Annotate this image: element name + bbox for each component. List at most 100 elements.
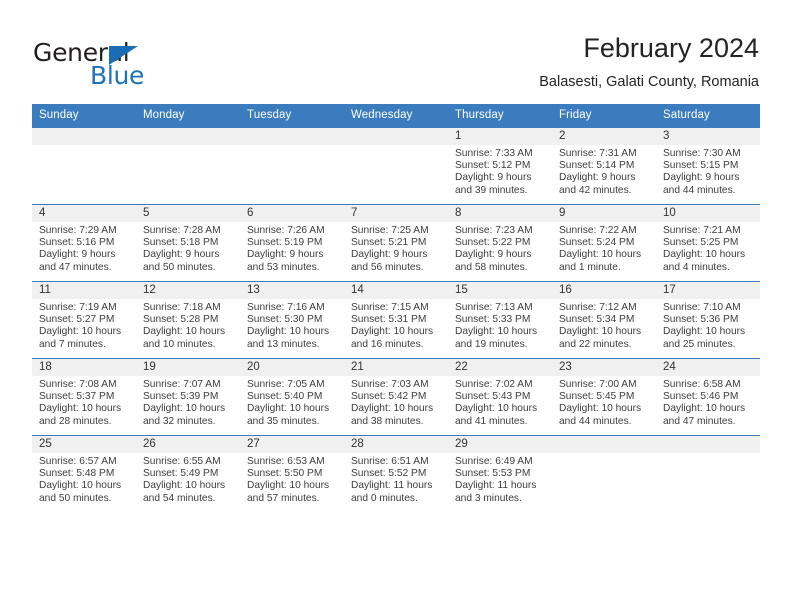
calendar-day-cell[interactable]: 13 Sunrise: 7:16 AM Sunset: 5:30 PM Dayligh… — [240, 281, 344, 359]
day-cell-inner: 8 Sunrise: 7:23 AM Sunset: 5:22 PM Daylight… — [448, 205, 552, 281]
day-details: Sunrise: 7:25 AM Sunset: 5:21 PM Daylight:… — [344, 222, 448, 274]
general-blue-logo[interactable]: General Blue — [33, 38, 293, 94]
calendar-day-cell[interactable]: 3 Sunrise: 7:30 AM Sunset: 5:15 PM Daylight… — [656, 127, 760, 205]
daylight-duration-line2: and 38 minutes. — [351, 415, 424, 427]
daylight-duration-line2: and 35 minutes. — [247, 415, 320, 427]
calendar-week-row: 25 Sunrise: 6:57 AM Sunset: 5:48 PM Dayligh… — [32, 435, 760, 512]
calendar-day-cell[interactable]: 11 Sunrise: 7:19 AM Sunset: 5:27 PM Dayligh… — [32, 281, 136, 359]
day-number: 14 — [344, 282, 448, 299]
daylight-duration-line1: Daylight: 10 hours — [143, 403, 226, 415]
calendar-day-cell[interactable]: 14 Sunrise: 7:15 AM Sunset: 5:31 PM Dayligh… — [344, 281, 448, 359]
calendar-day-cell[interactable]: 5 Sunrise: 7:28 AM Sunset: 5:18 PM Daylight… — [136, 204, 240, 282]
logo-text-blue: Blue — [90, 61, 145, 90]
sunset-time: Sunset: 5:30 PM — [247, 314, 323, 326]
day-number: 7 — [344, 205, 448, 222]
day-number: 6 — [240, 205, 344, 222]
day-number: 13 — [240, 282, 344, 299]
calendar-day-cell[interactable]: 8 Sunrise: 7:23 AM Sunset: 5:22 PM Daylight… — [448, 204, 552, 282]
calendar-day-cell[interactable]: 2 Sunrise: 7:31 AM Sunset: 5:14 PM Daylight… — [552, 127, 656, 205]
sunrise-time: Sunrise: 7:15 AM — [351, 302, 429, 313]
calendar-day-cell[interactable]: 29 Sunrise: 6:49 AM Sunset: 5:53 PM Dayligh… — [448, 435, 552, 512]
daylight-duration-line2: and 28 minutes. — [39, 415, 112, 427]
sunset-time: Sunset: 5:42 PM — [351, 391, 427, 403]
day-cell-inner: 21 Sunrise: 7:03 AM Sunset: 5:42 PM Dayligh… — [344, 359, 448, 435]
calendar-day-cell[interactable]: 17 Sunrise: 7:10 AM Sunset: 5:36 PM Dayligh… — [656, 281, 760, 359]
calendar-day-cell[interactable]: 9 Sunrise: 7:22 AM Sunset: 5:24 PM Daylight… — [552, 204, 656, 282]
day-cell-inner: 20 Sunrise: 7:05 AM Sunset: 5:40 PM Dayligh… — [240, 359, 344, 435]
calendar-day-cell[interactable]: 25 Sunrise: 6:57 AM Sunset: 5:48 PM Dayligh… — [32, 435, 136, 512]
sunset-time: Sunset: 5:50 PM — [247, 468, 323, 480]
day-cell-inner: 13 Sunrise: 7:16 AM Sunset: 5:30 PM Dayligh… — [240, 282, 344, 358]
sunset-time: Sunset: 5:53 PM — [455, 468, 531, 480]
day-details: Sunrise: 7:05 AM Sunset: 5:40 PM Daylight:… — [240, 376, 344, 428]
sunrise-time: Sunrise: 7:30 AM — [663, 148, 741, 159]
daylight-duration-line1: Daylight: 10 hours — [351, 326, 434, 338]
weekday-header-monday: Monday — [136, 104, 240, 128]
daylight-duration-line2: and 53 minutes. — [247, 261, 320, 273]
daylight-duration-line2: and 4 minutes. — [663, 261, 730, 273]
daylight-duration-line1: Daylight: 10 hours — [455, 403, 538, 415]
sunset-time: Sunset: 5:18 PM — [143, 237, 219, 249]
calendar-day-cell[interactable]: 26 Sunrise: 6:55 AM Sunset: 5:49 PM Dayligh… — [136, 435, 240, 512]
calendar-day-cell[interactable]: 28 Sunrise: 6:51 AM Sunset: 5:52 PM Dayligh… — [344, 435, 448, 512]
calendar-body: 1 Sunrise: 7:33 AM Sunset: 5:12 PM Daylight… — [32, 127, 760, 512]
daylight-duration-line2: and 22 minutes. — [559, 338, 632, 350]
calendar-day-cell[interactable]: 6 Sunrise: 7:26 AM Sunset: 5:19 PM Daylight… — [240, 204, 344, 282]
day-number: 17 — [656, 282, 760, 299]
day-cell-inner — [656, 436, 760, 512]
day-cell-inner: 9 Sunrise: 7:22 AM Sunset: 5:24 PM Daylight… — [552, 205, 656, 281]
weekday-header-thursday: Thursday — [448, 104, 552, 128]
sunrise-time: Sunrise: 7:03 AM — [351, 379, 429, 390]
day-cell-inner: 25 Sunrise: 6:57 AM Sunset: 5:48 PM Dayligh… — [32, 436, 136, 512]
calendar-day-cell[interactable]: 16 Sunrise: 7:12 AM Sunset: 5:34 PM Dayligh… — [552, 281, 656, 359]
sunrise-time: Sunrise: 7:26 AM — [247, 225, 325, 236]
sunset-time: Sunset: 5:45 PM — [559, 391, 635, 403]
calendar-empty-cell — [552, 435, 656, 512]
calendar-day-cell[interactable]: 1 Sunrise: 7:33 AM Sunset: 5:12 PM Daylight… — [448, 127, 552, 205]
calendar-day-cell[interactable]: 12 Sunrise: 7:18 AM Sunset: 5:28 PM Dayligh… — [136, 281, 240, 359]
daylight-duration-line2: and 16 minutes. — [351, 338, 424, 350]
daylight-duration-line1: Daylight: 10 hours — [663, 326, 746, 338]
calendar-day-cell[interactable]: 4 Sunrise: 7:29 AM Sunset: 5:16 PM Daylight… — [32, 204, 136, 282]
calendar-day-cell[interactable]: 7 Sunrise: 7:25 AM Sunset: 5:21 PM Daylight… — [344, 204, 448, 282]
weekday-header-sunday: Sunday — [32, 104, 136, 128]
day-number: 16 — [552, 282, 656, 299]
calendar-day-cell[interactable]: 23 Sunrise: 7:00 AM Sunset: 5:45 PM Dayligh… — [552, 358, 656, 436]
day-cell-inner: 5 Sunrise: 7:28 AM Sunset: 5:18 PM Daylight… — [136, 205, 240, 281]
calendar-day-cell[interactable]: 19 Sunrise: 7:07 AM Sunset: 5:39 PM Dayligh… — [136, 358, 240, 436]
daylight-duration-line1: Daylight: 10 hours — [663, 403, 746, 415]
calendar-day-cell[interactable]: 15 Sunrise: 7:13 AM Sunset: 5:33 PM Dayligh… — [448, 281, 552, 359]
sunset-time: Sunset: 5:46 PM — [663, 391, 739, 403]
day-details: Sunrise: 6:49 AM Sunset: 5:53 PM Daylight:… — [448, 453, 552, 505]
day-cell-inner — [136, 128, 240, 204]
daylight-duration-line2: and 0 minutes. — [351, 492, 418, 504]
calendar-day-cell[interactable]: 18 Sunrise: 7:08 AM Sunset: 5:37 PM Dayligh… — [32, 358, 136, 436]
daylight-duration-line1: Daylight: 10 hours — [351, 403, 434, 415]
day-details: Sunrise: 6:53 AM Sunset: 5:50 PM Daylight:… — [240, 453, 344, 505]
weekday-header-row: Sunday Monday Tuesday Wednesday Thursday… — [32, 104, 760, 128]
calendar-day-cell[interactable]: 21 Sunrise: 7:03 AM Sunset: 5:42 PM Dayligh… — [344, 358, 448, 436]
calendar-day-cell[interactable]: 10 Sunrise: 7:21 AM Sunset: 5:25 PM Dayligh… — [656, 204, 760, 282]
day-details: Sunrise: 7:07 AM Sunset: 5:39 PM Daylight:… — [136, 376, 240, 428]
calendar-day-cell[interactable]: 22 Sunrise: 7:02 AM Sunset: 5:43 PM Dayligh… — [448, 358, 552, 436]
day-number — [552, 436, 656, 453]
daylight-duration-line1: Daylight: 9 hours — [559, 172, 636, 184]
day-cell-inner: 18 Sunrise: 7:08 AM Sunset: 5:37 PM Dayligh… — [32, 359, 136, 435]
day-cell-inner: 10 Sunrise: 7:21 AM Sunset: 5:25 PM Dayligh… — [656, 205, 760, 281]
day-details: Sunrise: 7:10 AM Sunset: 5:36 PM Daylight:… — [656, 299, 760, 351]
calendar-week-row: 11 Sunrise: 7:19 AM Sunset: 5:27 PM Dayligh… — [32, 281, 760, 359]
day-details: Sunrise: 7:31 AM Sunset: 5:14 PM Daylight:… — [552, 145, 656, 197]
daylight-duration-line1: Daylight: 9 hours — [663, 172, 740, 184]
day-details: Sunrise: 7:15 AM Sunset: 5:31 PM Daylight:… — [344, 299, 448, 351]
day-cell-inner: 1 Sunrise: 7:33 AM Sunset: 5:12 PM Daylight… — [448, 128, 552, 204]
calendar-day-cell[interactable]: 24 Sunrise: 6:58 AM Sunset: 5:46 PM Dayligh… — [656, 358, 760, 436]
weekday-header-tuesday: Tuesday — [240, 104, 344, 128]
sunrise-time: Sunrise: 7:18 AM — [143, 302, 221, 313]
daylight-duration-line1: Daylight: 9 hours — [455, 249, 532, 261]
daylight-duration-line1: Daylight: 9 hours — [455, 172, 532, 184]
sunrise-time: Sunrise: 6:58 AM — [663, 379, 741, 390]
calendar-day-cell[interactable]: 27 Sunrise: 6:53 AM Sunset: 5:50 PM Dayligh… — [240, 435, 344, 512]
calendar-day-cell[interactable]: 20 Sunrise: 7:05 AM Sunset: 5:40 PM Dayligh… — [240, 358, 344, 436]
sunset-time: Sunset: 5:39 PM — [143, 391, 219, 403]
sunrise-time: Sunrise: 7:12 AM — [559, 302, 637, 313]
